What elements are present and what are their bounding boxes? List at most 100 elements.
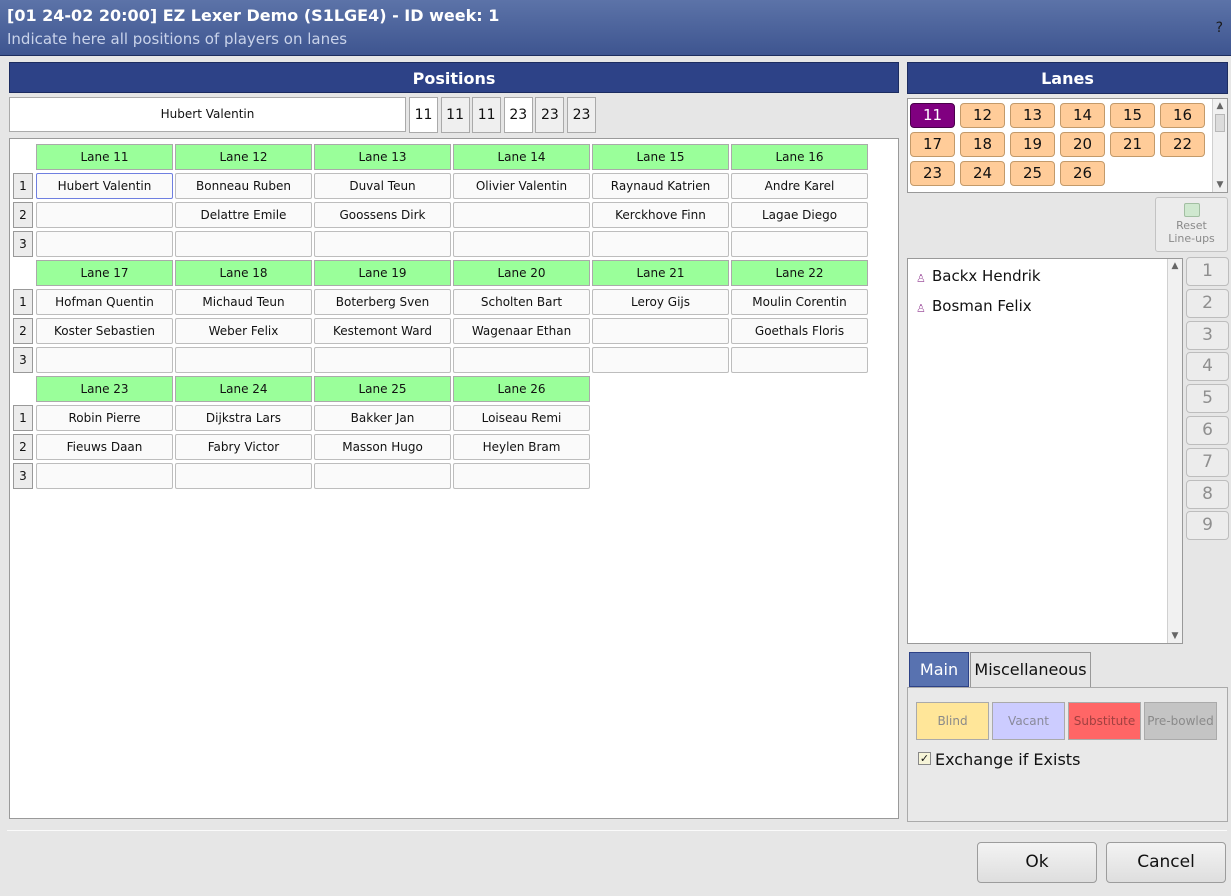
player-slot[interactable]: Hofman Quentin — [36, 289, 173, 315]
lane-button-14[interactable]: 14 — [1060, 103, 1105, 128]
player-slot[interactable] — [314, 347, 451, 373]
tab-miscellaneous[interactable]: Miscellaneous — [970, 652, 1091, 687]
player-slot[interactable]: Olivier Valentin — [453, 173, 590, 199]
player-slot[interactable]: Robin Pierre — [36, 405, 173, 431]
scroll-up-icon[interactable]: ▲ — [1168, 259, 1182, 273]
number-button-2[interactable]: 2 — [1186, 288, 1229, 318]
player-slot[interactable] — [36, 463, 173, 489]
player-slot[interactable]: Weber Felix — [175, 318, 312, 344]
number-button-8[interactable]: 8 — [1186, 479, 1229, 509]
player-slot[interactable] — [175, 347, 312, 373]
player-slot[interactable]: Bakker Jan — [314, 405, 451, 431]
player-slot[interactable]: Koster Sebastien — [36, 318, 173, 344]
blind-button[interactable]: Blind — [916, 702, 989, 740]
player-slot[interactable]: Heylen Bram — [453, 434, 590, 460]
substitute-button[interactable]: Substitute — [1068, 702, 1141, 740]
player-slot[interactable]: Fabry Victor — [175, 434, 312, 460]
lane-button-17[interactable]: 17 — [910, 132, 955, 157]
number-button-6[interactable]: 6 — [1186, 416, 1229, 445]
player-slot[interactable] — [453, 347, 590, 373]
number-button-9[interactable]: 9 — [1186, 511, 1229, 541]
lane-button-19[interactable]: 19 — [1010, 132, 1055, 157]
number-button-5[interactable]: 5 — [1186, 384, 1229, 414]
player-slot[interactable] — [592, 231, 729, 257]
scroll-down-icon[interactable]: ▼ — [1213, 178, 1227, 192]
scroll-up-icon[interactable]: ▲ — [1213, 99, 1227, 113]
lanes-scrollbar[interactable]: ▲ ▼ — [1212, 99, 1227, 192]
player-slot[interactable]: Goossens Dirk — [314, 202, 451, 228]
player-slot[interactable]: Boterberg Sven — [314, 289, 451, 315]
player-list-scrollbar[interactable]: ▲ ▼ — [1167, 259, 1182, 643]
player-slot[interactable] — [453, 202, 590, 228]
player-slot[interactable]: Kestemont Ward — [314, 318, 451, 344]
number-button-1[interactable]: 1 — [1186, 257, 1229, 286]
player-slot[interactable]: Goethals Floris — [731, 318, 868, 344]
player-slot[interactable]: Masson Hugo — [314, 434, 451, 460]
lane-button-25[interactable]: 25 — [1010, 161, 1055, 186]
lane-button-23[interactable]: 23 — [910, 161, 955, 186]
cancel-button[interactable]: Cancel — [1106, 842, 1226, 883]
list-item[interactable]: ♙ Backx Hendrik — [916, 266, 1041, 286]
scroll-thumb[interactable] — [1215, 114, 1225, 132]
number-button-3[interactable]: 3 — [1186, 320, 1229, 350]
lane-button-15[interactable]: 15 — [1110, 103, 1155, 128]
player-slot[interactable]: Fieuws Daan — [36, 434, 173, 460]
player-slot[interactable]: Loiseau Remi — [453, 405, 590, 431]
lane-button-26[interactable]: 26 — [1060, 161, 1105, 186]
vacant-button[interactable]: Vacant — [992, 702, 1065, 740]
lane-button-13[interactable]: 13 — [1010, 103, 1055, 128]
lane-chip[interactable]: 11 — [472, 97, 502, 133]
lane-button-24[interactable]: 24 — [960, 161, 1005, 186]
player-slot[interactable]: Andre Karel — [731, 173, 868, 199]
lane-button-20[interactable]: 20 — [1060, 132, 1105, 157]
lane-chip[interactable]: 23 — [503, 97, 533, 133]
lane-button-22[interactable]: 22 — [1160, 132, 1205, 157]
player-slot[interactable]: Dijkstra Lars — [175, 405, 312, 431]
player-slot[interactable]: Hubert Valentin — [36, 173, 173, 199]
lane-chip[interactable]: 23 — [535, 97, 565, 133]
lane-chip[interactable]: 11 — [409, 97, 438, 133]
number-button-7[interactable]: 7 — [1186, 447, 1229, 477]
list-item[interactable]: ♙ Bosman Felix — [916, 296, 1032, 316]
player-slot[interactable] — [36, 347, 173, 373]
player-slot[interactable]: Leroy Gijs — [592, 289, 729, 315]
player-slot[interactable] — [592, 318, 729, 344]
player-slot[interactable] — [314, 231, 451, 257]
number-button-4[interactable]: 4 — [1186, 352, 1229, 382]
player-slot[interactable] — [731, 231, 868, 257]
player-slot[interactable]: Kerckhove Finn — [592, 202, 729, 228]
reset-lineups-button[interactable]: Reset Line-ups — [1155, 197, 1228, 252]
tab-main[interactable]: Main — [909, 652, 969, 687]
player-slot[interactable]: Bonneau Ruben — [175, 173, 312, 199]
player-slot[interactable]: Delattre Emile — [175, 202, 312, 228]
player-slot[interactable]: Michaud Teun — [175, 289, 312, 315]
player-slot[interactable]: Wagenaar Ethan — [453, 318, 590, 344]
player-slot[interactable] — [36, 231, 173, 257]
lane-button-21[interactable]: 21 — [1110, 132, 1155, 157]
exchange-checkbox[interactable]: ✓ — [918, 752, 931, 765]
pre-bowled-button[interactable]: Pre-bowled — [1144, 702, 1217, 740]
player-slot[interactable] — [314, 463, 451, 489]
selected-player-field[interactable]: Hubert Valentin — [9, 97, 406, 132]
player-slot[interactable] — [731, 347, 868, 373]
lane-chip[interactable]: 23 — [567, 97, 596, 133]
player-slot[interactable]: Lagae Diego — [731, 202, 868, 228]
player-slot[interactable] — [592, 347, 729, 373]
scroll-down-icon[interactable]: ▼ — [1168, 629, 1182, 643]
player-slot[interactable] — [175, 231, 312, 257]
help-icon[interactable]: ? — [1216, 20, 1223, 36]
lane-button-16[interactable]: 16 — [1160, 103, 1205, 128]
player-list[interactable]: ▲ ▼ ♙ Backx Hendrik ♙ Bosman Felix — [907, 258, 1183, 644]
player-slot[interactable]: Scholten Bart — [453, 289, 590, 315]
lane-button-12[interactable]: 12 — [960, 103, 1005, 128]
player-slot[interactable]: Duval Teun — [314, 173, 451, 199]
player-slot[interactable]: Moulin Corentin — [731, 289, 868, 315]
lane-chip[interactable]: 11 — [440, 97, 470, 133]
player-slot[interactable] — [453, 231, 590, 257]
lane-button-18[interactable]: 18 — [960, 132, 1005, 157]
lane-button-11[interactable]: 11 — [910, 103, 955, 128]
ok-button[interactable]: Ok — [977, 842, 1097, 883]
player-slot[interactable] — [36, 202, 173, 228]
player-slot[interactable] — [453, 463, 590, 489]
player-slot[interactable]: Raynaud Katrien — [592, 173, 729, 199]
